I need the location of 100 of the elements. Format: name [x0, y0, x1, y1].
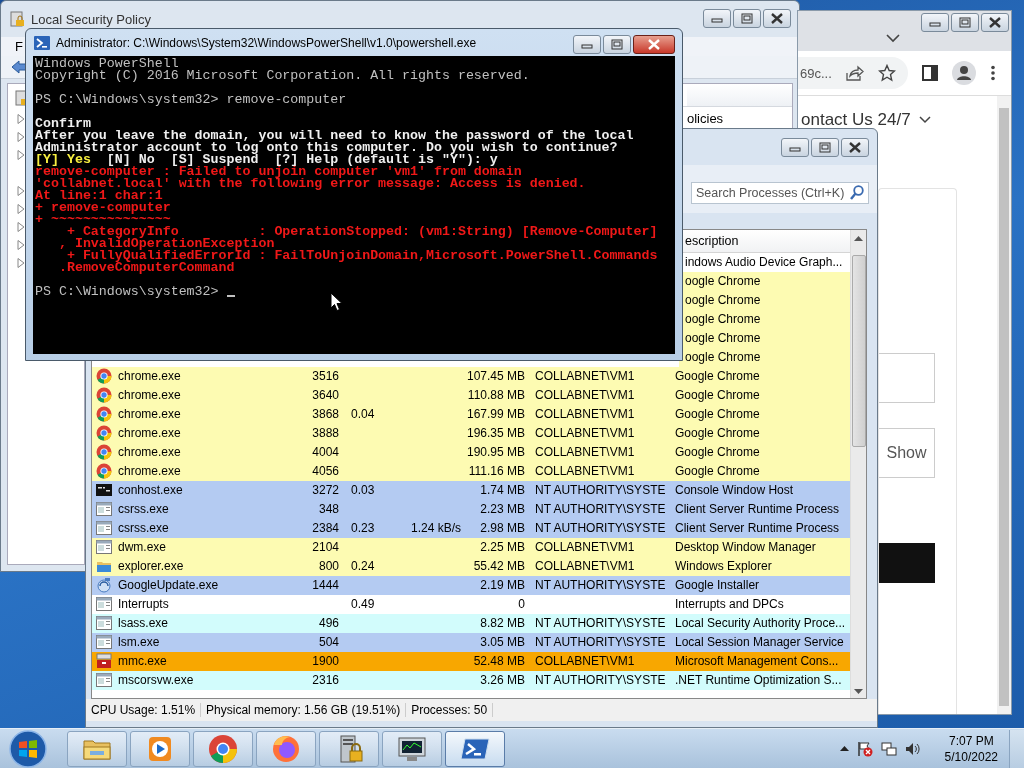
process-name: chrome.exe: [118, 388, 181, 403]
table-cell: Google Chrome: [675, 445, 760, 460]
console-line: , InvalidOperationException: [57, 238, 275, 250]
table-cell: 1900: [312, 654, 339, 669]
process-name: mmc.exe: [118, 654, 167, 669]
table-cell: 1.24 kB/s: [410, 521, 461, 536]
console-line: PS C:\Windows\system32>: [35, 286, 220, 298]
table-cell: 190.95 MB: [466, 445, 525, 460]
console-line: At line:1 char:1: [35, 190, 163, 202]
table-cell: 2104: [312, 540, 339, 555]
table-cell: Client Server Runtime Process: [675, 521, 840, 536]
table-cell: 2.19 MB: [480, 578, 525, 593]
table-row[interactable]: chrome.exe 3516 107.45 MB COLLABNET\VM1 Google Chrome: [92, 366, 850, 386]
search-field[interactable]: Search Processes (Ctrl+K): [691, 181, 869, 204]
table-cell: COLLABNET\VM1: [535, 407, 635, 422]
table-cell: 3516: [312, 369, 339, 384]
table-cell: 107.45 MB: [466, 369, 525, 384]
process-name: chrome.exe: [118, 445, 181, 460]
table-cell: 0.49: [351, 597, 375, 612]
page-heading[interactable]: ontact Us 24/7: [801, 110, 911, 130]
process-name: mscorsvw.exe: [118, 673, 194, 688]
table-cell: NT AUTHORITY\SYSTE: [535, 483, 666, 498]
process-name: chrome.exe: [118, 407, 181, 422]
table-cell: 0.24: [351, 559, 375, 574]
table-cell: 3.05 MB: [480, 635, 525, 650]
clock-date[interactable]: 5/10/2022: [944, 748, 998, 765]
status-text: CPU Usage: 1.51%: [86, 703, 202, 718]
table-cell: 496: [318, 616, 339, 631]
console-line: Administrator account to log onto this computer. Do you wish to continue?: [35, 142, 619, 154]
table-cell: NT AUTHORITY\SYSTE: [535, 521, 666, 536]
console-line: [Y] Yes [N] No [S] Suspend [?] Help (default is "Y"): y: [35, 154, 498, 166]
table-cell: Interrupts and DPCs: [675, 597, 784, 612]
table-cell: 2.23 MB: [480, 502, 525, 517]
table-cell: 3888: [312, 426, 339, 441]
table-cell: COLLABNET\VM1: [535, 464, 635, 479]
console-line: PS C:\Windows\system32> remove-computer: [35, 94, 348, 106]
table-cell: 52.48 MB: [473, 654, 525, 669]
list-item[interactable]: olicies: [687, 111, 724, 126]
column-header[interactable]: escription: [685, 233, 739, 248]
status-text: Physical memory: 1.56 GB (19.51%): [201, 703, 407, 718]
menu-item[interactable]: F: [15, 39, 23, 54]
table-cell: Google Chrome: [675, 426, 760, 441]
process-name: GoogleUpdate.exe: [118, 578, 219, 593]
process-name: chrome.exe: [118, 369, 181, 384]
window-title: Local Security Policy: [31, 11, 151, 27]
table-cell: COLLABNET\VM1: [535, 369, 635, 384]
table-cell: Console Window Host: [675, 483, 794, 498]
table-cell: Windows Explorer: [675, 559, 772, 574]
console-line: remove-computer : Failed to unjoin computer 'vm1' from domain: [35, 166, 523, 178]
address-bar[interactable]: 69c...: [798, 57, 908, 89]
table-cell: 196.35 MB: [466, 426, 525, 441]
table-cell: Google Chrome: [675, 388, 760, 403]
console-line: .RemoveComputerCommand: [57, 262, 235, 274]
table-cell: 0.23: [351, 521, 375, 536]
console-line: After you leave the domain, you will need to know the password of the local: [35, 130, 635, 142]
console-line: 'collabnet.local' with the following error message: Access is denied.: [35, 178, 587, 190]
console-line: Copyright (C) 2016 Microsoft Corporation. All rights reserved.: [35, 70, 531, 82]
show-button[interactable]: Show: [879, 428, 935, 478]
process-name: Interrupts: [118, 597, 169, 612]
table-cell: COLLABNET\VM1: [535, 388, 635, 403]
table-cell: 2384: [312, 521, 339, 536]
console-line: + ~~~~~~~~~~~~~~~: [35, 214, 171, 226]
table-cell: 1.74 MB: [480, 483, 525, 498]
table-cell: 167.99 MB: [466, 407, 525, 422]
table-cell: 0.03: [351, 483, 375, 498]
table-cell: 55.42 MB: [473, 559, 525, 574]
table-cell: 3640: [312, 388, 339, 403]
table-cell: Google Chrome: [675, 369, 760, 384]
table-cell: 3868: [312, 407, 339, 422]
clock-time[interactable]: 7:07 PM: [948, 732, 994, 749]
url-text: 69c...: [800, 65, 832, 81]
table-cell: 110.88 MB: [467, 388, 525, 403]
table-cell: NT AUTHORITY\SYSTE: [535, 616, 666, 631]
process-name: explorer.exe: [118, 559, 184, 574]
table-cell: Google Installer: [675, 578, 760, 593]
table-cell: COLLABNET\VM1: [535, 426, 635, 441]
table-cell: COLLABNET\VM1: [535, 654, 635, 669]
process-name: lsass.exe: [118, 616, 169, 631]
table-cell: COLLABNET\VM1: [535, 540, 635, 555]
process-name: dwm.exe: [118, 540, 167, 555]
table-cell: .NET Runtime Optimization S...: [675, 673, 842, 688]
process-name: conhost.exe: [118, 483, 183, 498]
table-cell: Local Security Authority Proce...: [675, 616, 846, 631]
table-cell: COLLABNET\VM1: [535, 445, 635, 460]
table-cell: 8.82 MB: [480, 616, 525, 631]
process-name: csrss.exe: [118, 502, 169, 517]
table-cell: 4056: [312, 464, 339, 479]
table-cell: 0.04: [351, 407, 375, 422]
table-cell: 504: [318, 635, 339, 650]
table-cell: Local Session Manager Service: [675, 635, 844, 650]
table-cell: NT AUTHORITY\SYSTE: [535, 578, 666, 593]
table-cell: 2.98 MB: [480, 521, 525, 536]
table-cell: Google Chrome: [675, 407, 760, 422]
table-cell: 348: [318, 502, 339, 517]
table-cell: 3272: [312, 483, 339, 498]
console-line: + FullyQualifiedErrorId : FailToUnjoinDomain,Microsoft.PowerShell.Commands: [66, 250, 659, 262]
table-cell: 1444: [312, 578, 339, 593]
table-cell: Microsoft Management Cons...: [675, 654, 839, 669]
table-cell: 111.16 MB: [468, 464, 525, 479]
table-cell: 800: [318, 559, 339, 574]
